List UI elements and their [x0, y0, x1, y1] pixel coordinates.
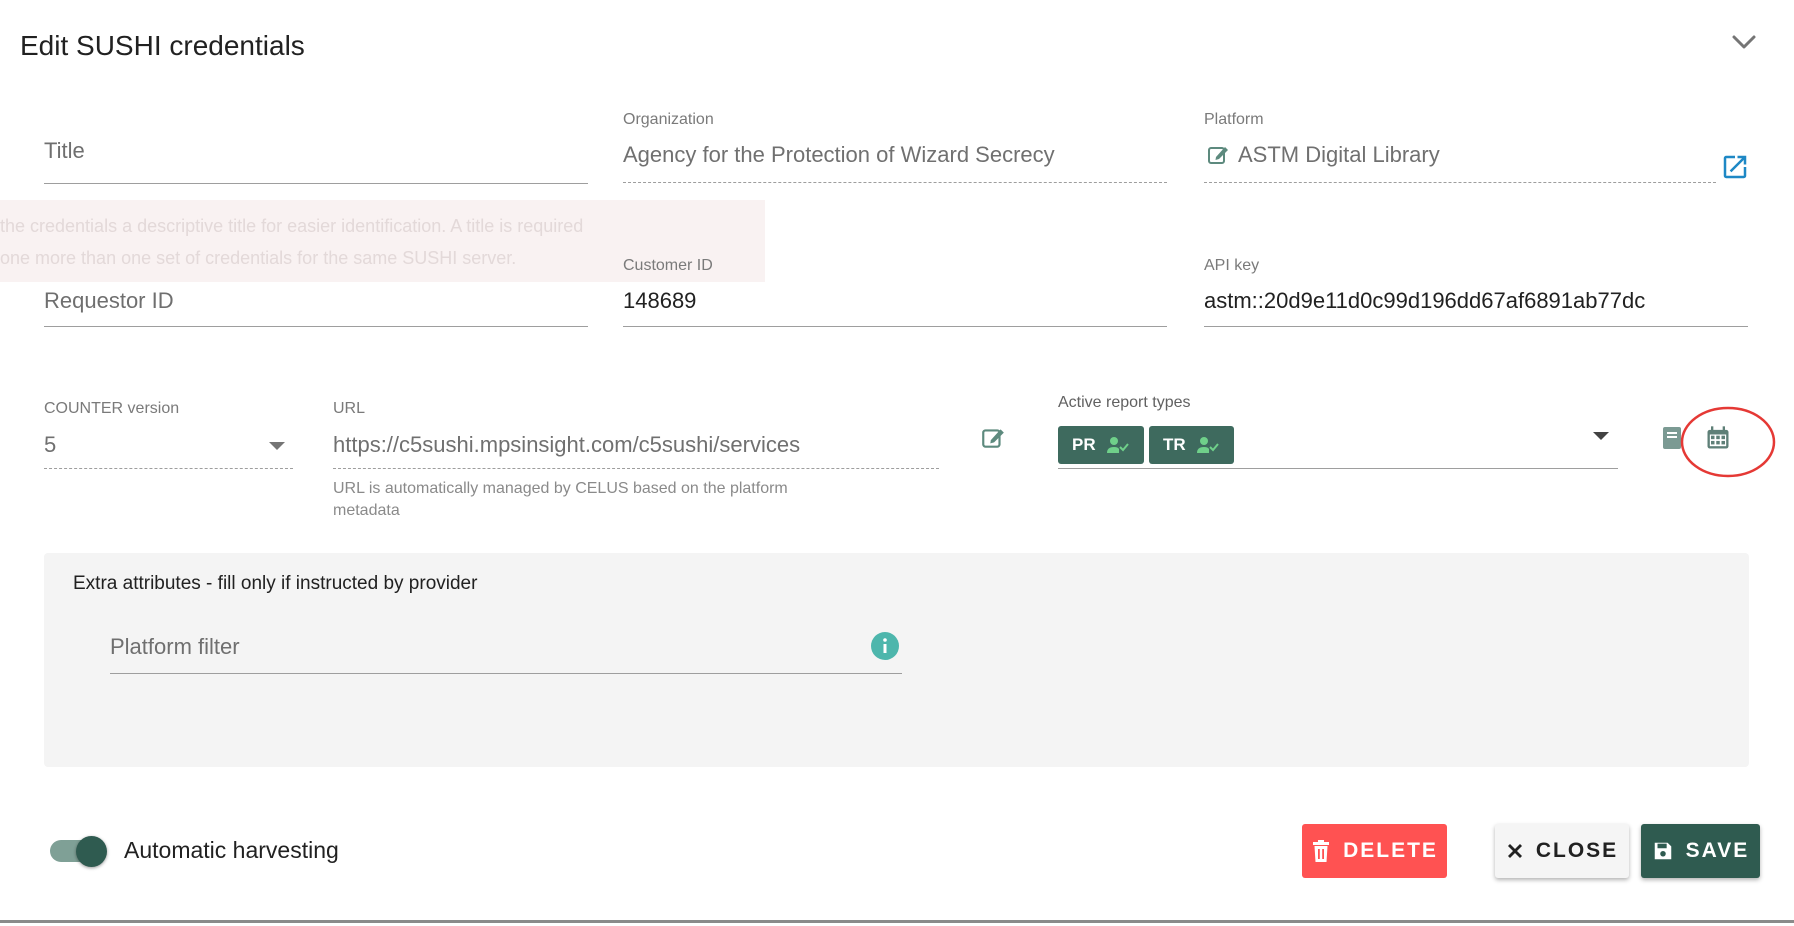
- url-hint-line-2: metadata: [333, 502, 400, 519]
- close-button-label: CLOSE: [1535, 839, 1619, 862]
- pencil-box-icon[interactable]: [980, 425, 1006, 451]
- close-icon: [1507, 844, 1522, 858]
- close-button[interactable]: CLOSE: [1495, 824, 1629, 878]
- edit-credentials-dialog: Edit SUSHI credentials Title Organizatio…: [0, 0, 1794, 923]
- toggle-knob[interactable]: [76, 836, 107, 867]
- caret-down-icon: [269, 442, 285, 450]
- url-hint-line-1: URL is automatically managed by CELUS ba…: [333, 480, 788, 497]
- platform-label: Platform: [1204, 111, 1264, 128]
- customer-id-label: Customer ID: [623, 257, 713, 274]
- counter-version-select[interactable]: COUNTER version 5: [44, 400, 293, 470]
- save-button-label: SAVE: [1685, 839, 1750, 862]
- trash-icon: [1313, 840, 1330, 862]
- save-button[interactable]: SAVE: [1641, 824, 1760, 878]
- api-key-input[interactable]: astm::20d9e11d0c99d196dd67af6891ab77dc: [1204, 288, 1694, 316]
- platform-filter-input[interactable]: Platform filter: [110, 634, 240, 660]
- url-field: URL https://c5sushi.mpsinsight.com/c5sus…: [333, 400, 939, 525]
- organization-field: Organization Agency for the Protection o…: [623, 108, 1167, 185]
- organization-label: Organization: [623, 111, 714, 128]
- chevron-down-icon[interactable]: [1728, 26, 1760, 58]
- delete-button-label: DELETE: [1343, 839, 1438, 862]
- organization-value: Agency for the Protection of Wizard Secr…: [623, 142, 1055, 167]
- account-check-icon: [1106, 437, 1129, 453]
- requestor-id-input[interactable]: Requestor ID: [44, 288, 174, 314]
- url-value: https://c5sushi.mpsinsight.com/c5sushi/s…: [333, 432, 801, 457]
- extra-attributes-panel: Extra attributes - fill only if instruct…: [44, 553, 1749, 767]
- customer-id-field[interactable]: Customer ID 148689: [623, 254, 1167, 328]
- report-chip-tr[interactable]: TR: [1149, 426, 1234, 464]
- floppy-disk-icon: [1654, 842, 1671, 860]
- platform-field: Platform ASTM Digital Library: [1204, 108, 1716, 185]
- platform-filter-field[interactable]: Platform filter: [110, 628, 902, 674]
- report-chip-tr-label: TR: [1163, 435, 1186, 454]
- url-hint: URL is automatically managed by CELUS ba…: [333, 478, 788, 522]
- title-field[interactable]: Title: [44, 120, 588, 185]
- customer-id-input[interactable]: 148689: [623, 288, 696, 314]
- tooltip-line-1: the credentials a descriptive title for …: [0, 216, 584, 236]
- annotation-circle: [1680, 406, 1776, 478]
- open-in-new-icon[interactable]: [1720, 152, 1750, 182]
- extra-attributes-title: Extra attributes - fill only if instruct…: [73, 573, 478, 594]
- report-chip-pr[interactable]: PR: [1058, 426, 1144, 464]
- automatic-harvesting-label: Automatic harvesting: [124, 837, 339, 863]
- api-key-field[interactable]: API key astm::20d9e11d0c99d196dd67af6891…: [1204, 254, 1748, 328]
- report-types-label: Active report types: [1058, 394, 1191, 411]
- pencil-box-icon[interactable]: [1206, 143, 1230, 167]
- dialog-bottom-border: [0, 920, 1794, 923]
- requestor-id-field[interactable]: Requestor ID: [44, 280, 588, 328]
- account-check-icon: [1196, 437, 1219, 453]
- delete-button[interactable]: DELETE: [1302, 824, 1447, 878]
- title-input[interactable]: Title: [44, 138, 85, 164]
- api-key-label: API key: [1204, 257, 1260, 274]
- dialog-title: Edit SUSHI credentials: [20, 30, 305, 61]
- caret-down-icon[interactable]: [1592, 430, 1610, 442]
- info-icon[interactable]: [870, 631, 900, 661]
- counter-version-label: COUNTER version: [44, 400, 180, 417]
- counter-version-value: 5: [44, 432, 57, 457]
- platform-value: ASTM Digital Library: [1238, 142, 1440, 167]
- report-chip-pr-label: PR: [1072, 435, 1096, 454]
- url-label: URL: [333, 400, 366, 417]
- api-key-value: astm::20d9e11d0c99d196dd67af6891ab77dc: [1204, 288, 1646, 313]
